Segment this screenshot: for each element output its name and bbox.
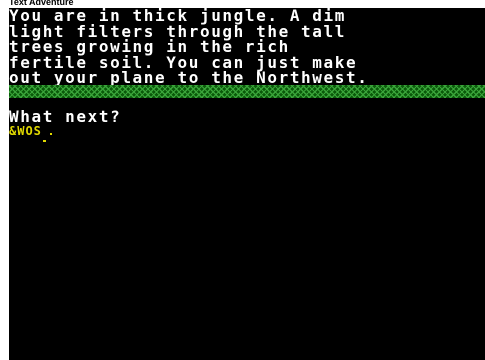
- slash-cursor-icon: [42, 127, 53, 142]
- cursor-path: [43, 132, 52, 141]
- prompt-text: What next?: [9, 107, 122, 126]
- window-title: Text Adventure: [9, 0, 74, 7]
- command-input[interactable]: &WOS: [9, 125, 53, 142]
- cursor-shape: [42, 132, 52, 142]
- window-titlebar: Text Adventure: [0, 0, 485, 8]
- command-input-text[interactable]: &WOS: [9, 125, 42, 138]
- divider-bar: [9, 85, 485, 98]
- location-description: You are in thick jungle. A dim light fil…: [9, 8, 369, 87]
- game-screen: You are in thick jungle. A dim light fil…: [9, 8, 485, 360]
- cursor-base: [42, 139, 46, 142]
